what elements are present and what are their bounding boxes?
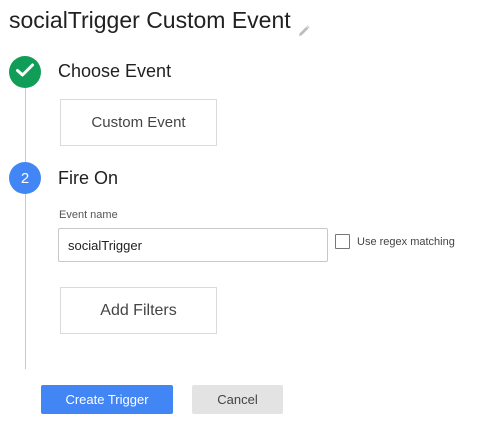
cancel-button[interactable]: Cancel xyxy=(192,385,283,414)
step-connector-line xyxy=(25,88,26,369)
trigger-name: socialTrigger Custom Event xyxy=(9,7,291,33)
step-fire-on-label: Fire On xyxy=(58,168,119,188)
regex-checkbox[interactable] xyxy=(335,234,350,249)
add-filters-button[interactable]: Add Filters xyxy=(60,287,217,334)
create-trigger-button[interactable]: Create Trigger xyxy=(41,385,173,414)
event-name-input[interactable] xyxy=(58,228,328,262)
pencil-icon[interactable] xyxy=(298,16,310,36)
checkmark-icon xyxy=(16,63,34,82)
custom-event-button[interactable]: Custom Event xyxy=(60,99,217,146)
page-title: socialTrigger Custom Event xyxy=(9,7,310,36)
step-number-indicator: 2 xyxy=(9,162,41,194)
event-name-label: Event name xyxy=(59,209,118,221)
regex-checkbox-label: Use regex matching xyxy=(357,236,455,248)
step-complete-indicator xyxy=(9,56,41,88)
step-choose-event-label: Choose Event xyxy=(58,61,172,81)
